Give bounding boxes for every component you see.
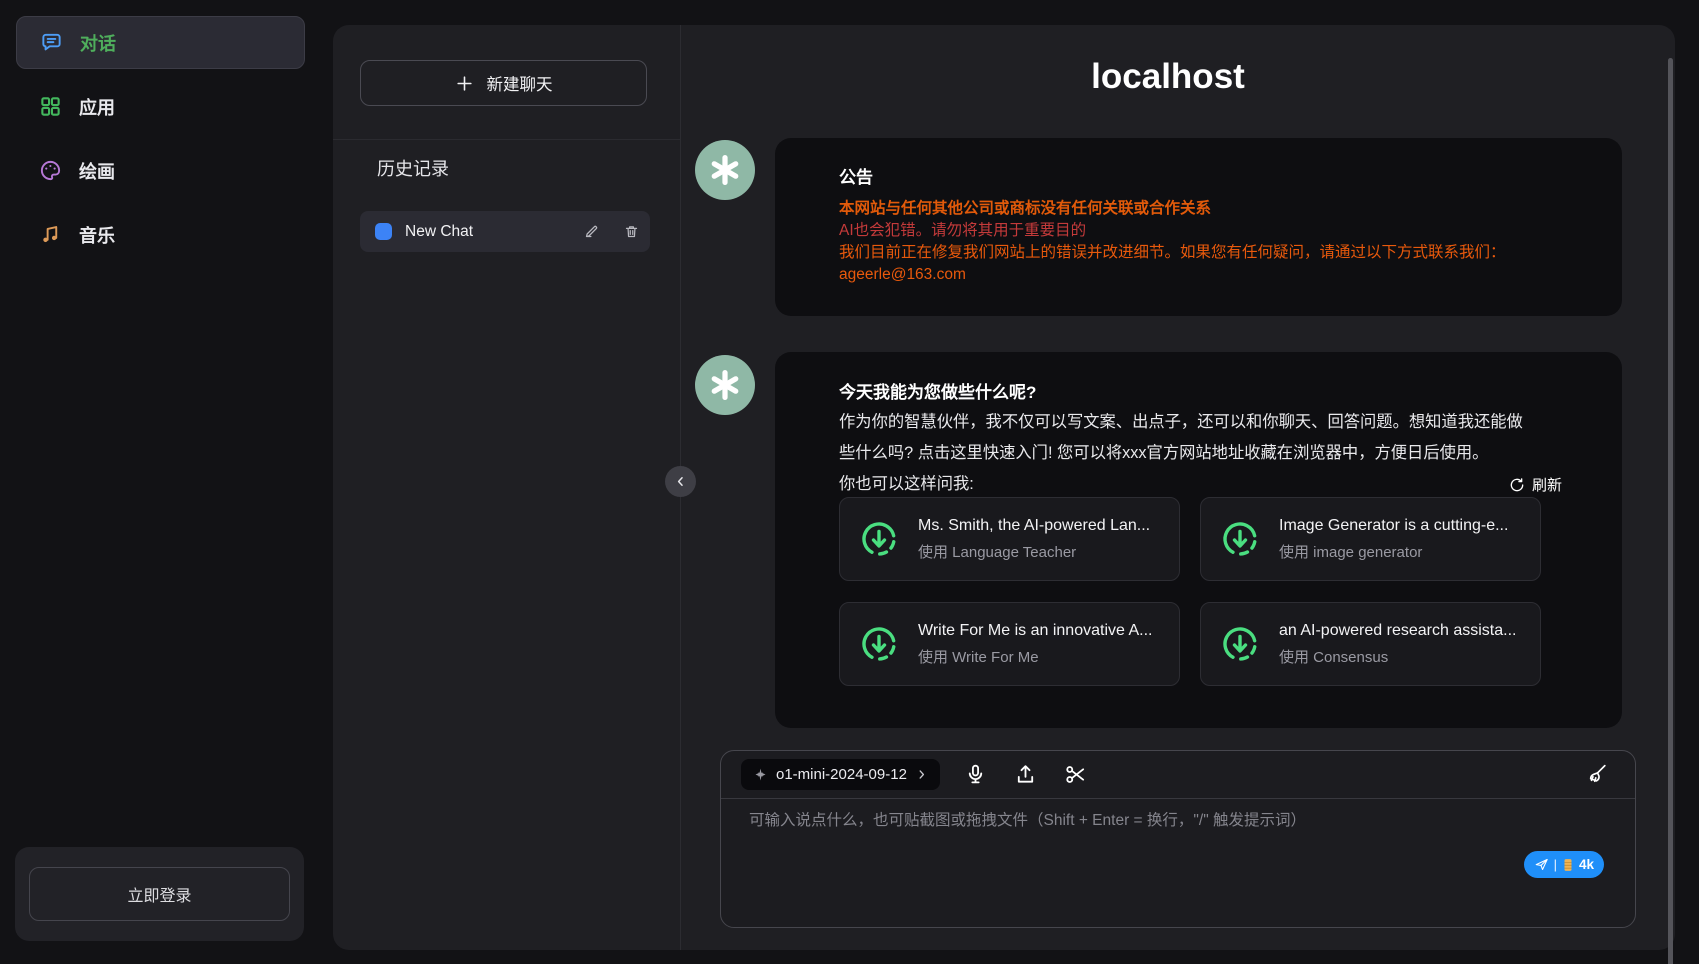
sidebar-item-label: 应用 [79,94,115,120]
suggestion-subtitle: 使用 Write For Me [918,646,1152,667]
chat-item-title: New Chat [405,223,571,241]
suggestion-card[interactable]: an AI-powered research assista... 使用 Con… [1200,602,1541,686]
send-button[interactable]: | 4k [1524,851,1604,878]
refresh-label: 刷新 [1532,474,1562,495]
palette-icon [39,159,62,182]
mic-icon[interactable] [964,763,987,786]
suggestion-title: Ms. Smith, the AI-powered Lan... [918,517,1150,535]
edit-icon[interactable] [584,224,599,239]
sidebar-item-label: 音乐 [79,222,115,248]
suggestion-card[interactable]: Ms. Smith, the AI-powered Lan... 使用 Lang… [839,497,1180,581]
model-name: o1-mini-2024-09-12 [776,766,907,783]
composer-toolbar: o1-mini-2024-09-12 [721,751,1635,798]
suggestion-title: an AI-powered research assista... [1279,622,1516,640]
welcome-heading: 今天我能为您做些什么呢? [839,378,1562,403]
collapse-icon [673,474,688,489]
assistant-avatar [695,140,755,200]
sidebar-item-label: 对话 [80,30,116,56]
announcement-line: 本网站与任何其他公司或商标没有任何关联或合作关系 [839,198,1562,220]
coin-icon [1562,858,1574,872]
suggestion-subtitle: 使用 image generator [1279,541,1508,562]
suggestion-subtitle: 使用 Language Teacher [918,541,1150,562]
app-panel: 新建聊天 历史记录 New Chat localho [333,25,1675,950]
welcome-body: 作为你的智慧伙伴，我不仅可以写文案、出点子，还可以和你聊天、回答问题。想知道我还… [839,407,1539,469]
login-button[interactable]: 立即登录 [29,867,290,921]
send-plane-icon [1534,857,1549,872]
apps-grid-icon [39,95,62,118]
plus-icon [455,74,474,93]
login-card: 立即登录 [15,847,304,941]
announcement-line: 我们目前正在修复我们网站上的错误并改进细节。如果您有任何疑问，请通过以下方式联系… [839,242,1562,264]
sidebar-item-chat[interactable]: 对话 [16,16,305,69]
app-window: 对话 应用 绘画 [0,0,1699,964]
chat-history-item[interactable]: New Chat [360,211,650,252]
send-separator: | [1554,857,1557,872]
chat-input[interactable] [749,808,1509,893]
refresh-icon [1509,477,1525,493]
collapse-sidebar-button[interactable] [665,466,696,497]
chat-bubble-icon [40,31,63,54]
suggestion-title: Write For Me is an innovative A... [918,622,1152,640]
assistant-avatar [695,355,755,415]
suggestion-grid: Ms. Smith, the AI-powered Lan... 使用 Lang… [839,497,1541,686]
sidebar-item-drawing[interactable]: 绘画 [16,144,305,197]
new-chat-label: 新建聊天 [487,71,553,95]
openai-logo-icon [706,366,744,404]
music-note-icon [39,223,62,246]
model-selector[interactable]: o1-mini-2024-09-12 [741,759,940,790]
welcome-message: 今天我能为您做些什么呢? 作为你的智慧伙伴，我不仅可以写文案、出点子，还可以和你… [775,352,1622,728]
ask-me-line: 你也可以这样问我: [839,469,974,500]
composer-divider [721,798,1635,799]
contact-email-link[interactable]: ageerle@163.com [839,266,966,283]
announcement-message: 公告 本网站与任何其他公司或商标没有任何关联或合作关系 AI也会犯错。请勿将其用… [775,138,1622,316]
suggestion-card[interactable]: Write For Me is an innovative A... 使用 Wr… [839,602,1180,686]
suggestion-title: Image Generator is a cutting-e... [1279,517,1508,535]
sidebar-item-label: 绘画 [79,158,115,184]
token-badge: 4k [1579,857,1594,872]
sidebar-item-apps[interactable]: 应用 [16,80,305,133]
new-chat-button[interactable]: 新建聊天 [360,60,647,106]
download-circle-icon [1218,622,1262,666]
sidebar-item-music[interactable]: 音乐 [16,208,305,261]
upload-icon[interactable] [1014,763,1037,786]
chat-item-icon [375,223,392,240]
download-circle-icon [857,622,901,666]
delete-icon[interactable] [624,224,639,239]
announcement-heading: 公告 [839,163,1562,188]
download-circle-icon [857,517,901,561]
sparkle-icon [753,767,768,782]
scrollbar-thumb[interactable] [1668,58,1673,964]
refresh-suggestions-button[interactable]: 刷新 [1509,474,1562,495]
scissors-icon[interactable] [1064,763,1087,786]
announcement-line: AI也会犯错。请勿将其用于重要目的 [839,220,1562,242]
chat-list-divider [333,139,680,140]
download-circle-icon [1218,517,1262,561]
chevron-right-icon [915,768,928,781]
broom-icon[interactable] [1584,762,1609,787]
composer: o1-mini-2024-09-12 [720,750,1636,928]
suggestion-card[interactable]: Image Generator is a cutting-e... 使用 ima… [1200,497,1541,581]
openai-logo-icon [706,151,744,189]
page-title: localhost [681,57,1655,97]
history-title: 历史记录 [377,155,449,181]
sidebar-nav: 对话 应用 绘画 [16,16,305,272]
suggestion-subtitle: 使用 Consensus [1279,646,1516,667]
